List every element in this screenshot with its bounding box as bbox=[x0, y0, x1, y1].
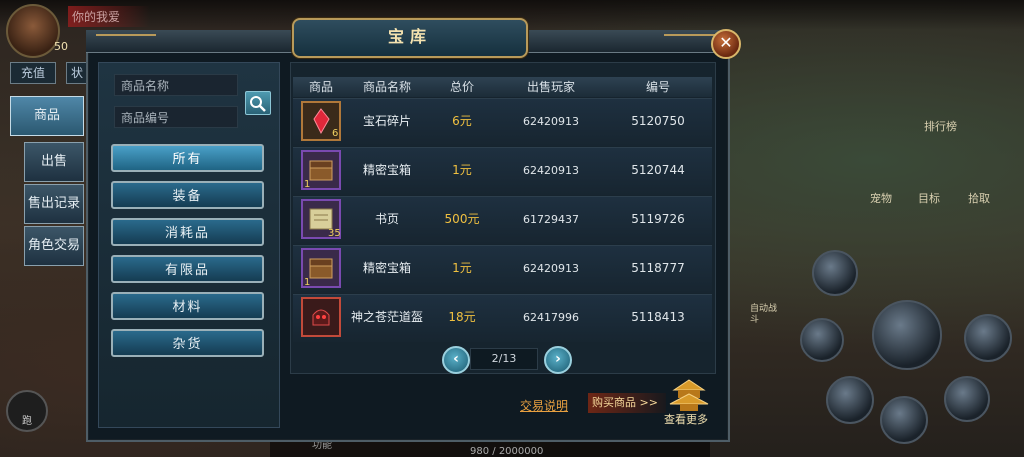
category-limited-button[interactable]: 有限品 bbox=[111, 255, 264, 283]
seller-id: 62420913 bbox=[523, 115, 579, 128]
item-quantity: 35 bbox=[328, 228, 341, 239]
item-quantity: 1 bbox=[304, 277, 311, 288]
item-name: 书页 bbox=[374, 212, 399, 226]
side-tab-goods[interactable]: 商品 bbox=[10, 96, 84, 136]
page-indicator: 2/13 bbox=[470, 348, 538, 370]
side-tab-sell[interactable]: 出售 bbox=[24, 142, 84, 182]
chevron-left-icon: ‹ bbox=[453, 351, 459, 367]
item-name: 神之苍茫道盔 bbox=[350, 310, 423, 324]
player-avatar[interactable] bbox=[6, 4, 60, 58]
item-price: 6元 bbox=[452, 114, 472, 128]
title-ornament-left bbox=[96, 34, 156, 50]
skill-icon[interactable] bbox=[800, 318, 844, 362]
seller-id: 61729437 bbox=[523, 213, 579, 226]
seller-id: 62420913 bbox=[523, 262, 579, 275]
category-consumables-button[interactable]: 消耗品 bbox=[111, 218, 264, 246]
item-name: 精密宝箱 bbox=[362, 261, 411, 275]
buy-item-button[interactable]: 购买商品 >> bbox=[588, 393, 666, 413]
category-all-button[interactable]: 所有 bbox=[111, 144, 264, 172]
category-equipment-button[interactable]: 装备 bbox=[111, 181, 264, 209]
item-name: 精密宝箱 bbox=[362, 163, 411, 177]
listing-id: 5118413 bbox=[631, 310, 685, 324]
category-materials-button[interactable]: 材料 bbox=[111, 292, 264, 320]
listing-id: 5119726 bbox=[631, 212, 685, 226]
item-price: 18元 bbox=[448, 310, 476, 324]
skill-icon[interactable] bbox=[826, 376, 874, 424]
recharge-button[interactable]: 充值 bbox=[10, 62, 56, 84]
top-banner-text: 你的我爱 bbox=[68, 6, 151, 27]
close-button[interactable]: ✕ bbox=[711, 29, 741, 59]
item-price: 1元 bbox=[452, 261, 472, 275]
seller-id: 62420913 bbox=[523, 164, 579, 177]
category-misc-button[interactable]: 杂货 bbox=[111, 329, 264, 357]
skill-icon[interactable] bbox=[880, 396, 928, 444]
chevron-right-icon: › bbox=[555, 351, 561, 367]
search-icon bbox=[250, 96, 266, 112]
item-name: 宝石碎片 bbox=[362, 114, 411, 128]
listing-id: 5120744 bbox=[631, 163, 685, 177]
search-button[interactable] bbox=[245, 91, 271, 115]
pagoda-icon bbox=[669, 379, 709, 411]
auto-battle-label[interactable]: 自动战斗 bbox=[750, 304, 780, 326]
side-tab-character-trade[interactable]: 角色交易 bbox=[24, 226, 84, 266]
attack-button-icon[interactable] bbox=[872, 300, 942, 370]
item-quantity: 6 bbox=[332, 128, 339, 139]
item-price: 1元 bbox=[452, 163, 472, 177]
column-header: 商品 bbox=[308, 80, 333, 94]
skill-icon[interactable] bbox=[944, 376, 990, 422]
rank-label[interactable]: 排行榜 bbox=[924, 118, 957, 134]
listing-id: 5118777 bbox=[631, 261, 685, 275]
dialog-title: 宝库 bbox=[387, 27, 432, 46]
item-name-input[interactable]: 商品名称 bbox=[114, 74, 238, 96]
side-tab-sold-records[interactable]: 售出记录 bbox=[24, 184, 84, 224]
prev-page-button[interactable]: ‹ bbox=[442, 346, 470, 374]
status-button[interactable]: 状 bbox=[66, 62, 88, 84]
pet-label[interactable]: 宠物 bbox=[870, 190, 892, 206]
next-page-button[interactable]: › bbox=[544, 346, 572, 374]
exp-readout: 980 / 2000000 bbox=[470, 446, 544, 457]
item-price: 500元 bbox=[444, 212, 480, 226]
trade-help-link[interactable]: 交易说明 bbox=[520, 397, 568, 414]
target-label[interactable]: 目标 bbox=[918, 190, 940, 206]
skill-icon[interactable] bbox=[812, 250, 858, 296]
column-header: 出售玩家 bbox=[526, 80, 575, 94]
column-header: 商品名称 bbox=[362, 80, 411, 94]
player-level: 50 bbox=[54, 40, 68, 53]
listing-id: 5120750 bbox=[631, 114, 685, 128]
pickup-label[interactable]: 拾取 bbox=[968, 190, 990, 206]
run-toggle-button[interactable]: 跑 bbox=[6, 390, 48, 432]
view-more-label: 查看更多 bbox=[664, 413, 708, 426]
column-header: 总价 bbox=[449, 80, 474, 94]
seller-id: 62417996 bbox=[523, 311, 579, 324]
column-header: 编号 bbox=[645, 80, 670, 94]
item-id-input[interactable]: 商品编号 bbox=[114, 106, 238, 128]
skill-icon[interactable] bbox=[964, 314, 1012, 362]
item-quantity: 1 bbox=[304, 179, 311, 190]
demon-helmet-icon[interactable] bbox=[301, 297, 341, 337]
close-icon: ✕ bbox=[719, 33, 733, 52]
